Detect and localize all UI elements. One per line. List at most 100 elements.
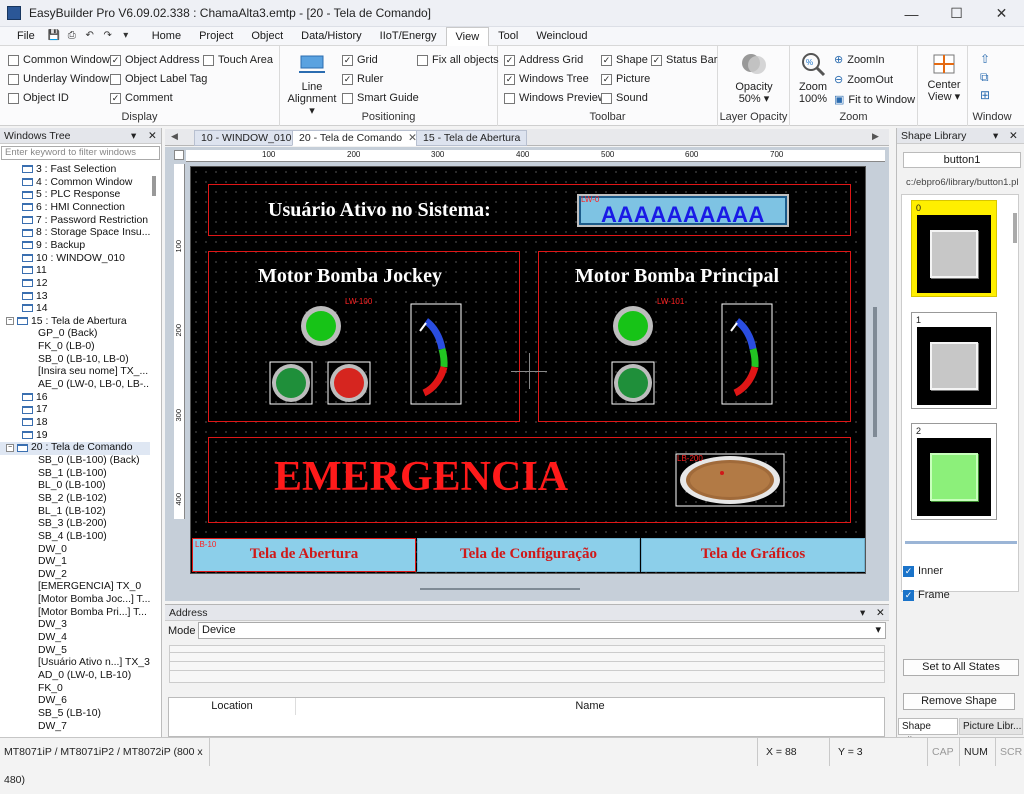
tree-item[interactable]: BL_1 (LB-102)	[0, 506, 150, 519]
address-grid-checkbox[interactable]: ✓ Address Grid	[504, 54, 583, 66]
comment-checkbox[interactable]: ✓ Comment	[110, 92, 173, 104]
mode-select[interactable]: Device ▾	[198, 622, 886, 639]
menu-weincloud[interactable]: Weincloud	[527, 27, 596, 46]
menu-iiot-energy[interactable]: IIoT/Energy	[371, 27, 446, 46]
tree-item[interactable]: SB_0 (LB-10, LB-0)	[0, 354, 150, 367]
object-address-checkbox[interactable]: ✓ Object Address	[110, 54, 200, 66]
tree-item[interactable]: [EMERGENCIA] TX_0	[0, 581, 150, 594]
tree-item[interactable]: SB_1 (LB-100)	[0, 468, 150, 481]
zoom-in-button[interactable]: ⊕ ZoomIn	[834, 53, 885, 67]
tree-item[interactable]: [Motor Bomba Pri...] T...	[0, 607, 150, 620]
tree-item[interactable]: DW_4	[0, 632, 150, 645]
library-name[interactable]: button1	[903, 152, 1021, 168]
grid-checkbox[interactable]: ✓ Grid	[342, 54, 378, 66]
tab-picture-library[interactable]: Picture Libr...	[959, 718, 1023, 735]
shape-state-1[interactable]: 1	[911, 312, 997, 409]
shape-slider[interactable]	[905, 541, 1017, 544]
tree-item[interactable]: 17	[0, 404, 150, 417]
ruler-checkbox[interactable]: ✓ Ruler	[342, 73, 383, 85]
windows-tree-checkbox[interactable]: ✓ Windows Tree	[504, 73, 589, 85]
shape-pin-icon[interactable]: ▾	[993, 130, 998, 142]
nav-tela-de-configuracao-button[interactable]: Tela de Configuração	[417, 538, 640, 572]
tab-scroll-left-icon[interactable]: ◀	[171, 131, 178, 142]
pane-pin-icon[interactable]: ▾	[131, 130, 136, 142]
tree-item[interactable]: SB_5 (LB-10)	[0, 708, 150, 721]
set-to-all-states-button[interactable]: Set to All States	[903, 659, 1019, 676]
tree-item[interactable]: 11	[0, 265, 150, 278]
zoom-button[interactable]: % Zoom 100%	[795, 50, 831, 105]
menu-view[interactable]: View	[445, 26, 490, 46]
shape-state-0[interactable]: 0	[911, 200, 997, 297]
underlay-window-checkbox[interactable]: Underlay Window	[8, 73, 109, 85]
tree-item[interactable]: SB_4 (LB-100)	[0, 531, 150, 544]
close-button[interactable]: ✕	[979, 0, 1024, 27]
user-display[interactable]: AAAAAAAAAA LW-0	[577, 194, 789, 227]
tree-item[interactable]: − 20 : Tela de Comando	[0, 442, 150, 455]
address-filters[interactable]	[169, 645, 885, 683]
tree-item[interactable]: 19	[0, 430, 150, 443]
nav-tela-de-graficos-button[interactable]: Tela de Gráficos	[641, 538, 865, 572]
tree-item[interactable]: 3 : Fast Selection	[0, 164, 150, 177]
collapse-icon[interactable]: −	[6, 317, 14, 326]
picture-checkbox[interactable]: ✓ Picture	[601, 73, 650, 85]
hmi-canvas[interactable]: Usuário Ativo no Sistema: AAAAAAAAAA LW-…	[190, 166, 866, 574]
tab-window-010[interactable]: 10 - WINDOW_010	[194, 130, 299, 146]
motor-principal-start-button[interactable]	[611, 361, 655, 405]
tab-tela-de-comando[interactable]: 20 - Tela de Comando ✕	[292, 130, 424, 146]
tree-item[interactable]: BL_0 (LB-100)	[0, 480, 150, 493]
windows-preview-checkbox[interactable]: Windows Preview	[504, 92, 606, 104]
quick-access-dropdown-icon[interactable]: ▾	[120, 30, 132, 42]
collapse-icon[interactable]: −	[6, 443, 14, 452]
tree-item[interactable]: 9 : Backup	[0, 240, 150, 253]
column-name[interactable]: Name	[296, 698, 884, 715]
tree-item[interactable]: − 15 : Tela de Abertura	[0, 316, 150, 329]
tree-item[interactable]: DW_5	[0, 645, 150, 658]
fix-all-objects-checkbox[interactable]: Fix all objects	[417, 54, 499, 66]
tab-shape-library[interactable]: Shape Libr...	[898, 718, 958, 747]
remove-shape-button[interactable]: Remove Shape	[903, 693, 1015, 710]
menu-home[interactable]: Home	[143, 27, 190, 46]
tree-item[interactable]: 16	[0, 392, 150, 405]
tree-item[interactable]: 14	[0, 303, 150, 316]
tree-item[interactable]: 12	[0, 278, 150, 291]
tree-item[interactable]: SB_2 (LB-102)	[0, 493, 150, 506]
menu-tool[interactable]: Tool	[489, 27, 527, 46]
tree-item[interactable]: SB_3 (LB-200)	[0, 518, 150, 531]
menu-project[interactable]: Project	[190, 27, 242, 46]
tree-item[interactable]: DW_0	[0, 544, 150, 557]
smart-guide-checkbox[interactable]: Smart Guide	[342, 92, 419, 104]
status-bar-checkbox[interactable]: ✓ Status Bar	[651, 54, 717, 66]
tree-item[interactable]: SB_0 (LB-100) (Back)	[0, 455, 150, 468]
tree-item[interactable]: DW_6	[0, 695, 150, 708]
menu-object[interactable]: Object	[242, 27, 292, 46]
tree-item[interactable]: 7 : Password Restriction	[0, 215, 150, 228]
tree-item[interactable]: AE_0 (LW-0, LB-0, LB-...	[0, 379, 150, 392]
frame-checkbox[interactable]: ✓ Frame	[903, 589, 950, 601]
tree-item[interactable]: DW_7	[0, 721, 150, 734]
tree-item[interactable]: 4 : Common Window	[0, 177, 150, 190]
tree-item[interactable]: 18	[0, 417, 150, 430]
tree-item[interactable]: [Usuário Ativo n...] TX_3	[0, 657, 150, 670]
opacity-button[interactable]: Opacity 50% ▾	[726, 50, 782, 105]
fit-to-window-button[interactable]: ▣ Fit to Window	[834, 93, 915, 107]
window-tile-icon[interactable]: ⊞	[980, 88, 990, 102]
center-view-button[interactable]: Center View ▾	[923, 52, 965, 103]
maximize-button[interactable]: ☐	[934, 0, 979, 27]
print-icon[interactable]: ⎙	[66, 30, 78, 42]
inner-checkbox[interactable]: ✓ Inner	[903, 565, 943, 577]
shape-library-close-icon[interactable]: ✕	[1009, 130, 1018, 142]
tree-item[interactable]: GP_0 (Back)	[0, 328, 150, 341]
shape-list-scrollbar[interactable]	[1013, 213, 1017, 243]
undo-icon[interactable]: ↶	[84, 30, 96, 42]
line-alignment-button[interactable]: Line Alignment ▾	[284, 52, 340, 117]
tree-item[interactable]: DW_1	[0, 556, 150, 569]
column-location[interactable]: Location	[169, 698, 296, 715]
tree-item[interactable]: 10 : WINDOW_010	[0, 253, 150, 266]
redo-icon[interactable]: ↷	[102, 30, 114, 42]
motor-jockey-start-button[interactable]	[269, 361, 313, 405]
menu-data-history[interactable]: Data/History	[292, 27, 371, 46]
window-cascade-icon[interactable]: ⧉	[980, 70, 989, 85]
editor-horizontal-scrollbar[interactable]	[420, 588, 580, 590]
windows-filter-input[interactable]: Enter keyword to filter windows	[1, 146, 160, 160]
tree-item[interactable]: [Insira seu nome] TX_...	[0, 366, 150, 379]
